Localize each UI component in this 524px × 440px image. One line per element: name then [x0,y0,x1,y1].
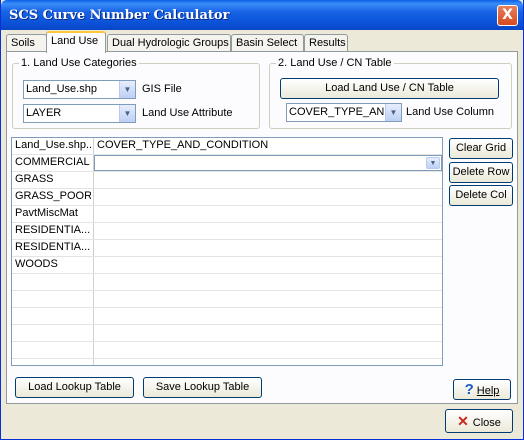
land-use-attribute-value: LAYER [26,107,62,119]
land-use-attribute-label: Land Use Attribute [142,107,233,119]
gis-file-label: GIS File [142,83,182,95]
land-use-cell[interactable]: GRASS_POOR [15,190,91,202]
help-button[interactable]: ? Help [453,379,511,400]
tab-soils[interactable]: Soils [6,34,47,52]
land-use-cell[interactable]: GRASS [15,173,91,185]
close-label: Close [472,417,501,429]
tab-basin-select[interactable]: Basin Select [231,34,304,52]
table-row[interactable]: COMMERCIAL ▼ [12,155,442,172]
close-icon: ✕ [457,413,469,429]
table-row[interactable]: RESIDENTIA... [12,223,442,240]
land-use-cell[interactable]: COMMERCIAL [15,156,91,168]
save-lookup-table-button[interactable]: Save Lookup Table [143,377,262,398]
cover-type-dropdown[interactable]: ▼ [94,155,442,171]
land-use-cn-table-group: 2. Land Use / CN Table Load Land Use / C… [269,57,512,129]
chevron-down-icon[interactable]: ▼ [119,105,135,122]
grid-header-cell[interactable]: COVER_TYPE_AND_CONDITION [97,139,437,151]
grid-header-cell[interactable]: Land_Use.shp... [15,139,91,151]
land-use-cell[interactable]: PavtMiscMat [15,207,91,219]
table-row-empty[interactable] [12,342,442,359]
window-title: SCS Curve Number Calculator [9,8,230,23]
grid-header-row: Land_Use.shp... COVER_TYPE_AND_CONDITION [12,138,442,155]
lookup-grid[interactable]: Land_Use.shp... COVER_TYPE_AND_CONDITION… [11,137,443,366]
tab-dual-hydrologic-groups[interactable]: Dual Hydrologic Groups [107,34,231,52]
gis-file-select[interactable]: Land_Use.shp ▼ [23,80,136,99]
help-label: Help [476,385,500,397]
table-row-empty[interactable] [12,274,442,291]
table-row[interactable]: RESIDENTIA... [12,240,442,257]
table-row-empty[interactable] [12,325,442,342]
tab-land-use[interactable]: Land Use [46,31,106,53]
title-bar: SCS Curve Number Calculator X [1,0,523,30]
delete-row-button[interactable]: Delete Row [449,162,513,183]
load-land-use-cn-table-button[interactable]: Load Land Use / CN Table [280,78,499,99]
land-use-categories-group: 1. Land Use Categories Land_Use.shp ▼ GI… [12,57,260,129]
chevron-down-icon[interactable]: ▼ [426,157,440,169]
tab-results[interactable]: Results [304,34,348,52]
scs-calculator-window: SCS Curve Number Calculator X Soils Land… [0,0,524,440]
table-row[interactable]: PavtMiscMat [12,206,442,223]
table-row[interactable]: WOODS [12,257,442,274]
chevron-down-icon[interactable]: ▼ [385,104,401,121]
chevron-down-icon[interactable]: ▼ [119,81,135,98]
load-lookup-table-button[interactable]: Load Lookup Table [15,377,134,398]
table-row-empty[interactable] [12,291,442,308]
delete-col-button[interactable]: Delete Col [449,185,513,206]
table-row[interactable]: GRASS [12,172,442,189]
table-row[interactable]: GRASS_POOR [12,189,442,206]
land-use-column-value: COVER_TYPE_AND [289,106,385,118]
window-close-button[interactable]: X [497,5,518,26]
land-use-cell[interactable]: RESIDENTIA... [15,241,91,253]
land-use-column-label: Land Use Column [406,106,495,118]
question-mark-icon: ? [464,381,474,398]
table-row-empty[interactable] [12,308,442,325]
land-use-cell[interactable]: RESIDENTIA... [15,224,91,236]
clear-grid-button[interactable]: Clear Grid [449,138,513,159]
land-use-cell[interactable]: WOODS [15,258,91,270]
close-button[interactable]: ✕ Close [445,409,513,433]
land-use-attribute-select[interactable]: LAYER ▼ [23,104,136,123]
land-use-column-select[interactable]: COVER_TYPE_AND ▼ [286,103,402,122]
land-use-cn-table-legend: 2. Land Use / CN Table [276,57,394,69]
land-use-categories-legend: 1. Land Use Categories [19,57,139,69]
gis-file-value: Land_Use.shp [26,83,97,95]
land-use-panel: 1. Land Use Categories Land_Use.shp ▼ GI… [6,51,518,404]
